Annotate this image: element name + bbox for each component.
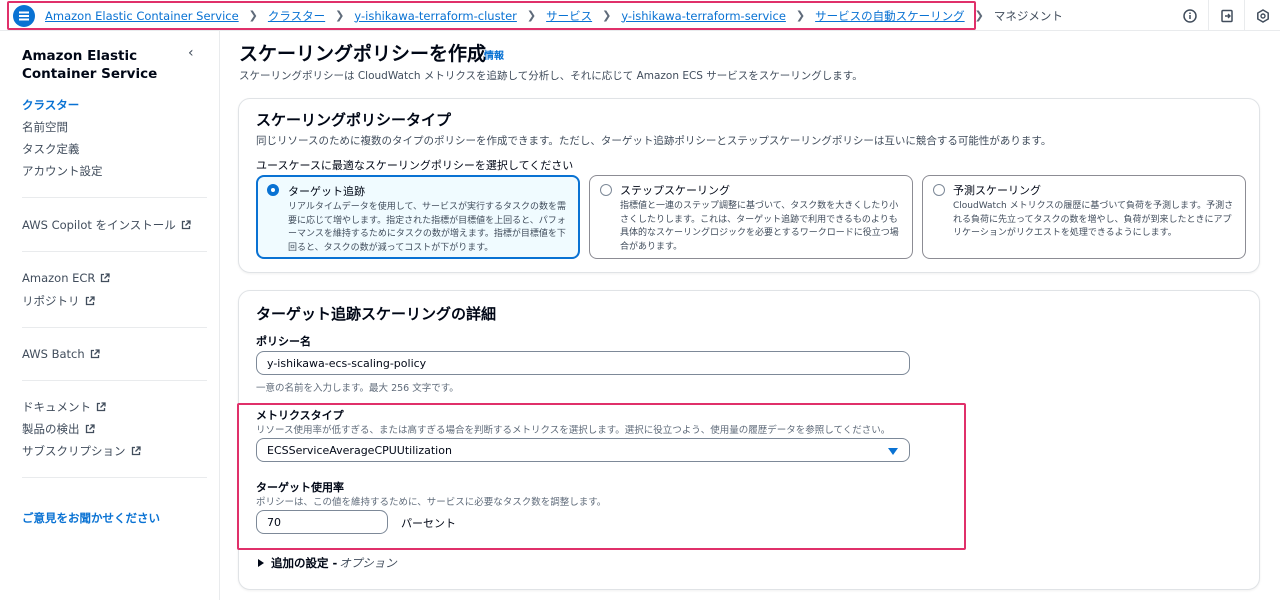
external-link-icon [96, 402, 106, 412]
external-link-icon [85, 424, 95, 434]
sidebar-item-label: ドキュメント [22, 400, 91, 414]
radio-button[interactable] [267, 184, 279, 196]
policy-type-container: スケーリングポリシータイプ 同じリソースのために複数のタイプのポリシーを作成でき… [238, 98, 1260, 273]
info-icon[interactable] [1172, 0, 1208, 31]
sidebar-item-namespaces[interactable]: 名前空間 [22, 119, 68, 135]
caret-down-icon [888, 448, 898, 455]
sidebar-item-task-definitions[interactable]: タスク定義 [22, 141, 80, 157]
metric-type-hint: リソース使用率が低すぎる、または高すぎる場合を判断するメトリクスを選択します。選… [256, 425, 891, 436]
policy-type-title: スケーリングポリシータイプ [256, 111, 452, 129]
sidebar-item-account-settings[interactable]: アカウント設定 [22, 163, 103, 179]
divider [22, 327, 207, 328]
sidebar-item-batch[interactable]: AWS Batch [22, 347, 100, 361]
policy-name-label: ポリシー名 [256, 335, 311, 348]
policy-name-value: y-ishikawa-ecs-scaling-policy [267, 356, 427, 370]
optional-label: オプション [339, 556, 397, 570]
divider [22, 380, 207, 381]
tile-step-scaling[interactable]: ステップスケーリング 指標値と一連のステップ調整に基づいて、タスク数を大きくした… [589, 175, 913, 259]
tile-title: ターゲット追跡 [288, 185, 365, 198]
external-link-icon [90, 349, 100, 359]
metric-type-label: メトリクスタイプ [256, 409, 344, 422]
external-link-icon [181, 220, 191, 230]
sidebar-item-subscriptions[interactable]: サブスクリプション [22, 443, 141, 459]
tile-predictive-scaling[interactable]: 予測スケーリング CloudWatch メトリクスの履歴に基づいて負荷を予測しま… [922, 175, 1246, 259]
caret-right-icon [258, 559, 264, 567]
policy-name-input[interactable]: y-ishikawa-ecs-scaling-policy [256, 351, 910, 375]
sidebar-item-discover-products[interactable]: 製品の検出 [22, 421, 95, 437]
target-value-unit: パーセント [401, 517, 456, 530]
policy-type-prompt: ユースケースに最適なスケーリングポリシーを選択してください [256, 159, 574, 172]
sidebar-item-label: リポジトリ [22, 294, 80, 308]
external-link-icon [131, 446, 141, 456]
metric-type-select[interactable]: ECSServiceAverageCPUUtilization [256, 438, 910, 462]
breadcrumb-current: マネジメント [993, 8, 1063, 23]
sidebar-item-copilot[interactable]: AWS Copilot をインストール [22, 217, 191, 233]
export-icon[interactable] [1208, 0, 1244, 31]
target-value: 70 [267, 515, 281, 529]
sidebar-item-label: Amazon ECR [22, 271, 96, 285]
sidebar-item-ecr[interactable]: Amazon ECR [22, 271, 111, 285]
sidebar-item-label: 製品の検出 [22, 422, 80, 436]
tile-target-tracking[interactable]: ターゲット追跡 リアルタイムデータを使用して、サービスが実行するタスクの数を需要… [256, 175, 580, 259]
page-description: スケーリングポリシーは CloudWatch メトリクスを追跡して分析し、それに… [239, 70, 863, 82]
divider [22, 197, 207, 198]
divider [22, 477, 207, 478]
chevron-right-icon: ❯ [974, 9, 984, 22]
tile-description: リアルタイムデータを使用して、サービスが実行するタスクの数を需要に応じて増やしま… [288, 202, 567, 253]
additional-settings-expander[interactable]: 追加の設定 - オプション [258, 555, 397, 571]
target-value-label: ターゲット使用率 [256, 481, 344, 494]
policy-name-hint: 一意の名前を入力します。最大 256 文字です。 [256, 383, 459, 394]
main-content: スケーリングポリシーを作成 情報 スケーリングポリシーは CloudWatch … [221, 31, 1280, 600]
chevron-left-icon[interactable]: ‹ [188, 45, 194, 61]
sidebar-item-label: AWS Copilot をインストール [22, 218, 176, 232]
tile-title: 予測スケーリング [953, 184, 1041, 197]
target-value-hint: ポリシーは、この値を維持するために、サービスに必要なタスク数を調整します。 [256, 497, 607, 508]
details-title: ターゲット追跡スケーリングの詳細 [256, 305, 497, 323]
sidebar-title: Amazon Elastic Container Service [22, 48, 158, 82]
sidebar-item-repositories[interactable]: リポジトリ [22, 293, 95, 309]
metric-type-value: ECSServiceAverageCPUUtilization [267, 443, 452, 457]
target-tracking-details-container: ターゲット追跡スケーリングの詳細 ポリシー名 y-ishikawa-ecs-sc… [238, 290, 1260, 590]
feedback-link[interactable]: ご意見をお聞かせください [22, 510, 160, 526]
external-link-icon [101, 273, 111, 283]
divider [22, 251, 207, 252]
external-link-icon [85, 296, 95, 306]
sidebar-item-documentation[interactable]: ドキュメント [22, 399, 106, 415]
policy-type-description: 同じリソースのために複数のタイプのポリシーを作成できます。ただし、ターゲット追跡… [256, 135, 1052, 147]
tile-description: CloudWatch メトリクスの履歴に基づいて負荷を予測します。予測される負荷… [953, 201, 1234, 238]
sidebar-item-label: AWS Batch [22, 347, 85, 361]
additional-settings-label: 追加の設定 - [271, 556, 338, 570]
target-value-input[interactable]: 70 [256, 510, 388, 534]
info-link[interactable]: 情報 [484, 47, 504, 62]
radio-button[interactable] [933, 184, 945, 196]
tile-title: ステップスケーリング [620, 184, 730, 197]
top-navigation-bar: Amazon Elastic Container Service ❯ クラスター… [0, 0, 1280, 31]
sidebar: Amazon Elastic Container Service ‹ クラスター… [0, 31, 220, 600]
breadcrumb-highlight-box [7, 1, 976, 30]
tile-description: 指標値と一連のステップ調整に基づいて、タスク数を大きくしたり小さくしたりします。… [620, 201, 899, 252]
radio-button[interactable] [600, 184, 612, 196]
sidebar-item-label: サブスクリプション [22, 444, 126, 458]
page-title: スケーリングポリシーを作成 [239, 43, 487, 65]
settings-icon[interactable] [1244, 0, 1280, 31]
sidebar-item-clusters[interactable]: クラスター [22, 97, 79, 113]
